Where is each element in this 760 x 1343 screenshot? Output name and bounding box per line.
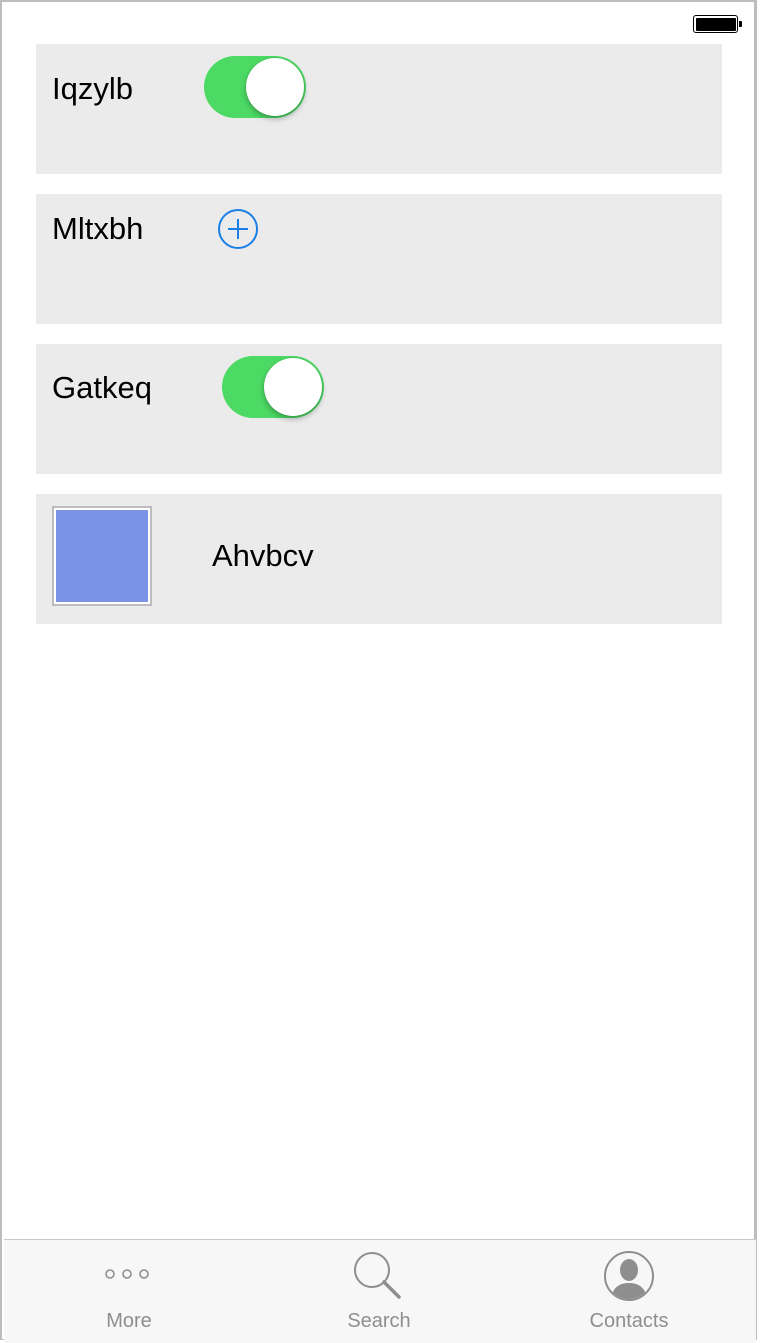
tab-more[interactable]: More (4, 1240, 254, 1340)
image-swatch (56, 510, 148, 602)
battery-full-icon (693, 15, 742, 33)
list-item-ahvbcv: Ahvbcv (36, 494, 722, 624)
row-label: Ahvbcv (212, 538, 314, 573)
row-label: Iqzylb (52, 71, 133, 106)
tab-bar: More Search Contacts (4, 1239, 756, 1343)
list-item-iqzylb: Iqzylb (36, 44, 722, 174)
tab-search-label: Search (347, 1310, 411, 1332)
thumbnail-image[interactable] (52, 506, 152, 606)
more-dots-icon (105, 1269, 149, 1279)
tab-search[interactable]: Search (254, 1240, 504, 1340)
list-item-gatkeq: Gatkeq (36, 344, 722, 474)
row-label: Mltxbh (52, 211, 144, 246)
tab-contacts-label: Contacts (589, 1310, 669, 1332)
toggle-knob (264, 358, 322, 416)
magnifier-icon (354, 1252, 401, 1299)
plus-circle-icon[interactable] (218, 209, 258, 249)
tab-contacts[interactable]: Contacts (504, 1240, 754, 1340)
list-item-mltxbh: Mltxbh (36, 194, 722, 324)
row-label: Gatkeq (52, 370, 152, 405)
tab-more-label: More (106, 1310, 152, 1332)
app-screen: Iqzylb Mltxbh Gatkeq Ahvbcv More Search … (0, 0, 757, 1343)
gatkeq-toggle[interactable] (222, 356, 324, 418)
toggle-knob (246, 58, 304, 116)
iqzylb-toggle[interactable] (204, 56, 306, 118)
contact-silhouette-icon (604, 1251, 654, 1301)
